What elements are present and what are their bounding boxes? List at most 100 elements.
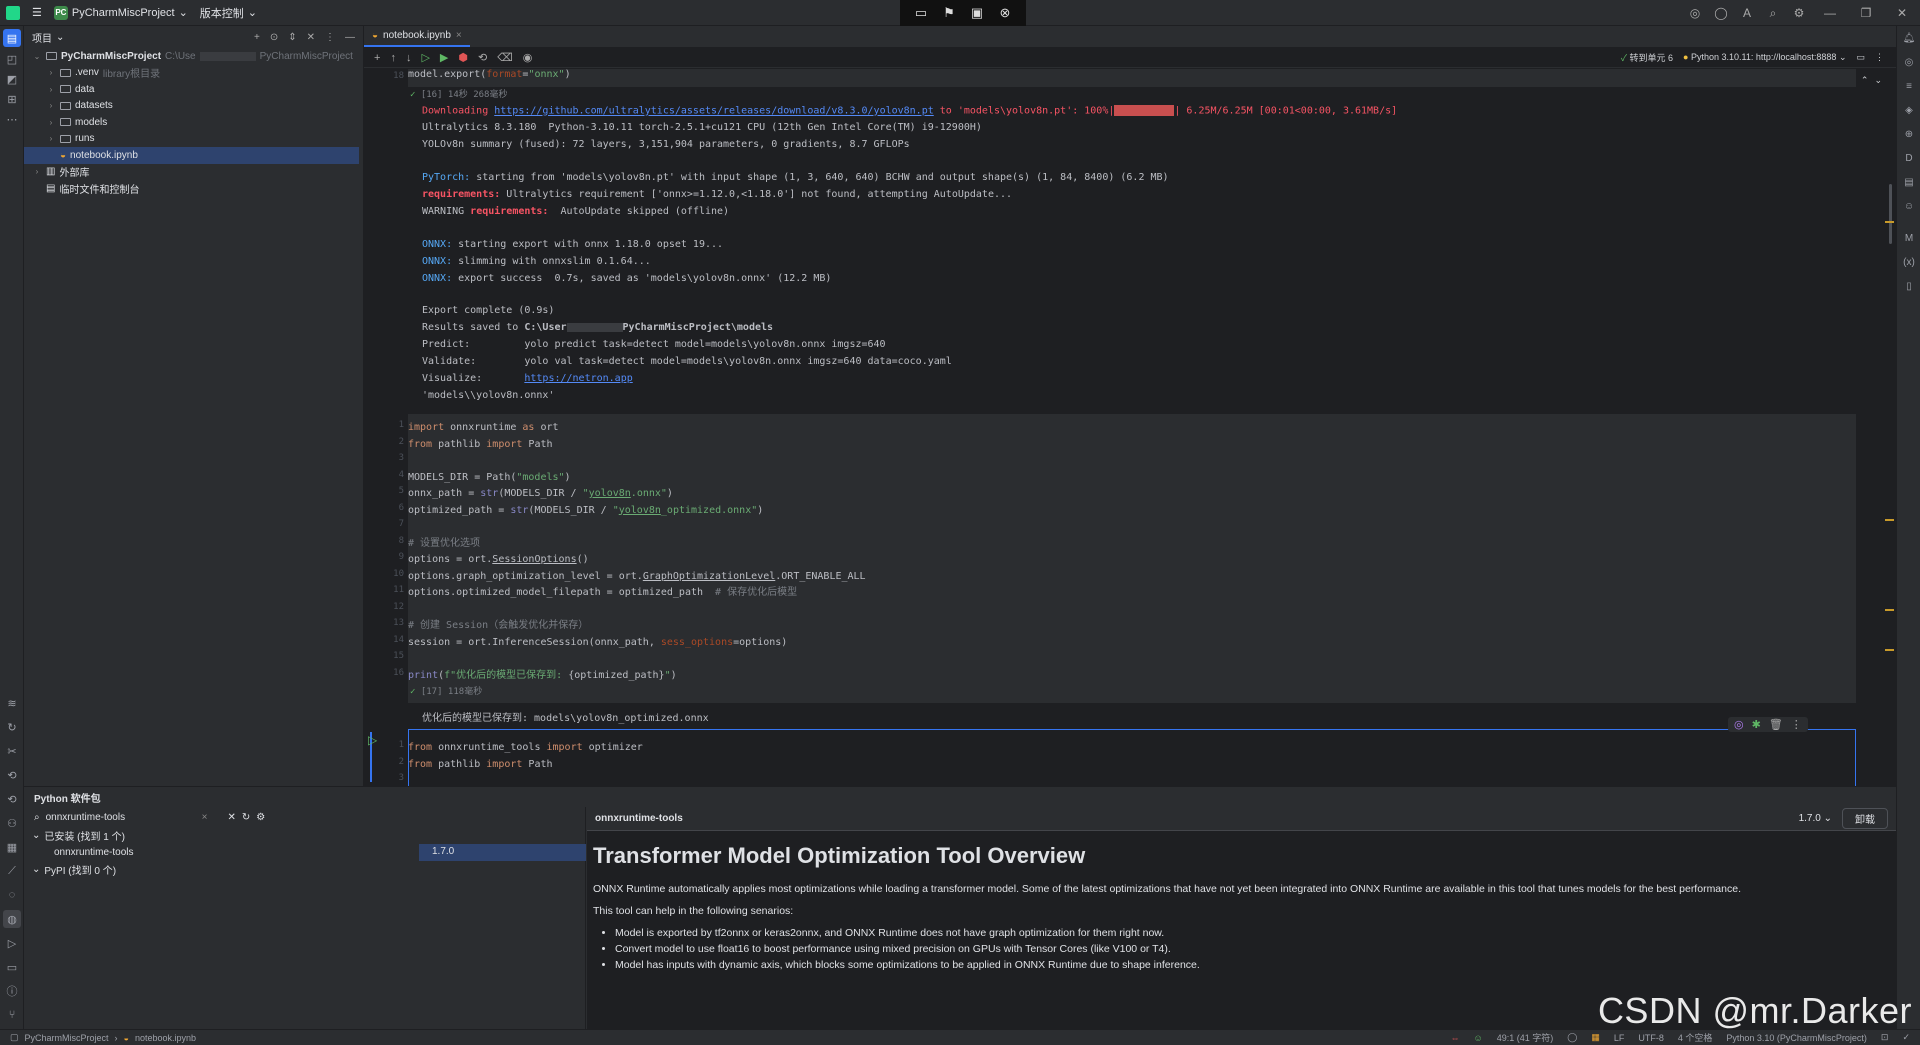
options-icon[interactable]: ⋮ [325, 32, 335, 43]
delete-icon[interactable]: 🗑︎ [1769, 718, 1783, 731]
tree-item-notebook[interactable]: ◒ notebook.ipynb [24, 147, 359, 164]
add-cell-icon[interactable]: + [374, 52, 380, 64]
goto-cell[interactable]: ✓ 转到单元 6 [1621, 51, 1673, 64]
indent-setting[interactable]: 4 个空格 [1678, 1031, 1713, 1044]
tree-item-data[interactable]: › data [24, 81, 363, 98]
screenshot-icon[interactable]: ▭ [908, 2, 934, 24]
variables-icon[interactable]: ▭ [1856, 52, 1865, 63]
globe-icon[interactable]: ⊕ [1901, 126, 1917, 142]
sync-icon[interactable]: ↻ [3, 718, 21, 736]
problems-icon[interactable]: ⓘ [3, 982, 21, 1000]
ai-chat-icon[interactable]: ◎ [1901, 54, 1917, 70]
stop-icon[interactable]: ⬢ [458, 51, 468, 64]
ai-icon[interactable]: ◌ [3, 886, 21, 904]
pypi-group[interactable]: ⌄ PyPI (找到 0 个) [24, 861, 585, 878]
code-block[interactable]: from onnxruntime_tools import optimizer … [408, 740, 643, 773]
download-link[interactable]: https://github.com/ultralytics/assets/re… [494, 106, 934, 117]
interpreter-selector[interactable]: Python 3.10 (PyCharmMiscProject) [1726, 1033, 1867, 1043]
run-cell-icon[interactable]: ▷ [421, 51, 429, 64]
close-window-icon[interactable]: ✕ [1884, 6, 1920, 20]
m-icon[interactable]: M [1901, 230, 1917, 246]
commit-icon[interactable]: ◰ [3, 50, 21, 68]
structure-icon[interactable]: ⊞ [3, 90, 21, 108]
notifications-icon[interactable]: 🔔︎ [1901, 30, 1917, 46]
chevron-down-icon[interactable]: ⌄ [56, 32, 64, 43]
main-menu-icon[interactable]: ☰ [26, 0, 48, 26]
chevron-right-icon[interactable]: › [46, 134, 56, 143]
chevron-right-icon[interactable]: › [46, 68, 56, 77]
translate-icon[interactable]: A [1734, 6, 1760, 20]
chevron-down-icon[interactable]: ⌄ [1874, 75, 1882, 86]
table-icon[interactable]: ▤ [1901, 174, 1917, 190]
flag-icon[interactable]: ⚑ [936, 2, 962, 24]
plugin-icon[interactable]: ◈ [1901, 102, 1917, 118]
more-icon[interactable]: ⋮ [1791, 718, 1802, 731]
kernel-selector[interactable]: ● Python 3.10.11: http://localhost:8888 … [1683, 52, 1846, 63]
move-up-icon[interactable]: ↑ [390, 52, 396, 64]
chevron-down-icon[interactable]: ⌄ [32, 864, 40, 875]
version-selector[interactable]: 1.7.0 ⌄ [1799, 813, 1832, 824]
close-icon[interactable]: ⊗ [992, 2, 1018, 24]
tree-item-scratches[interactable]: ▤ 临时文件和控制台 [24, 180, 363, 197]
tab-notebook[interactable]: ◒ notebook.ipynb × [364, 25, 470, 47]
chevron-right-icon[interactable]: › [46, 101, 56, 110]
breadcrumb-file[interactable]: notebook.ipynb [135, 1033, 196, 1043]
tree-item-venv[interactable]: › .venv library根目录 [24, 65, 363, 82]
expand-all-icon[interactable]: ⇕ [288, 32, 296, 43]
scrollbar[interactable] [1885, 129, 1894, 786]
github-icon[interactable]: ◉ [523, 51, 533, 64]
collapse-all-icon[interactable]: ✕ [307, 32, 315, 43]
installed-group[interactable]: ⌄ 已安装 (找到 1 个) [24, 827, 585, 844]
tools-icon[interactable]: ✂ [3, 742, 21, 760]
chevron-down-icon[interactable]: ⌄ [32, 52, 42, 61]
layers-icon[interactable]: ≋ [3, 694, 21, 712]
doc-icon[interactable]: ▯ [1901, 278, 1917, 294]
file-encoding[interactable]: UTF-8 [1638, 1033, 1664, 1043]
maximize-icon[interactable]: ❐ [1848, 6, 1884, 20]
settings-icon[interactable]: ⚙ [1786, 6, 1812, 20]
lock-icon[interactable]: ⊡ [1881, 1032, 1889, 1043]
python-packages-icon[interactable]: ⟲ [3, 790, 21, 808]
python-console-icon[interactable]: ⟲ [3, 766, 21, 784]
sync-icon[interactable]: ◯ [1567, 1032, 1577, 1043]
clear-outputs-icon[interactable]: ⌫ [497, 51, 513, 64]
minimize-icon[interactable]: — [1812, 6, 1848, 20]
more-icon[interactable]: ⋯ [3, 110, 21, 128]
code-block[interactable]: import onnxruntime as ort from pathlib i… [408, 420, 866, 684]
chevron-right-icon[interactable]: › [46, 85, 56, 94]
tree-root[interactable]: ⌄ PyCharmMiscProject C:\Use PyCharmMiscPr… [24, 48, 363, 65]
tree-item-models[interactable]: › models [24, 114, 363, 131]
debug-icon[interactable]: ✱ [1752, 718, 1761, 731]
database-icon[interactable]: ≡ [1901, 78, 1917, 94]
chevron-right-icon[interactable]: › [32, 167, 42, 176]
packages-active-icon[interactable]: ◍ [3, 910, 21, 928]
project-panel-title[interactable]: 项目 [32, 30, 52, 45]
uninstall-button[interactable]: 卸载 [1842, 808, 1888, 829]
vcs-icon[interactable]: ⇔ [1451, 1033, 1460, 1043]
hide-icon[interactable]: — [345, 32, 355, 43]
brush-icon[interactable]: ⟋ [3, 862, 21, 880]
move-down-icon[interactable]: ↓ [406, 52, 412, 64]
ai-icon[interactable]: ◎ [1734, 718, 1744, 731]
netron-link[interactable]: https://netron.app [524, 373, 632, 384]
scroll-thumb[interactable] [1889, 184, 1892, 244]
search-icon[interactable]: ⌕ [1760, 6, 1786, 21]
git-icon[interactable]: ⑂ [3, 1006, 21, 1024]
ai-assistant-icon[interactable]: ◎ [1682, 6, 1708, 20]
clear-icon[interactable]: × [202, 812, 208, 823]
chevron-up-icon[interactable]: ⌃ [1861, 75, 1869, 86]
close-tab-icon[interactable]: × [456, 30, 462, 41]
app-logo-icon[interactable] [0, 0, 26, 26]
copilot-icon[interactable]: ☺ [1901, 198, 1917, 214]
settings-icon[interactable]: ⚙ [256, 812, 265, 823]
pull-request-icon[interactable]: ◩ [3, 70, 21, 88]
tree-item-runs[interactable]: › runs [24, 131, 363, 148]
vcs-menu[interactable]: 版本控制 ⌄ [194, 0, 263, 26]
collapse-icon[interactable]: ✕ [227, 812, 235, 823]
cursor-position[interactable]: 49:1 (41 字符) [1497, 1031, 1554, 1044]
more-options-icon[interactable]: ⋮ [1875, 52, 1884, 63]
tree-item-datasets[interactable]: › datasets [24, 98, 363, 115]
chevron-right-icon[interactable]: › [46, 118, 56, 127]
run-icon[interactable]: ▷ [3, 934, 21, 952]
code-line[interactable]: model.export(format="onnx") [408, 69, 571, 80]
